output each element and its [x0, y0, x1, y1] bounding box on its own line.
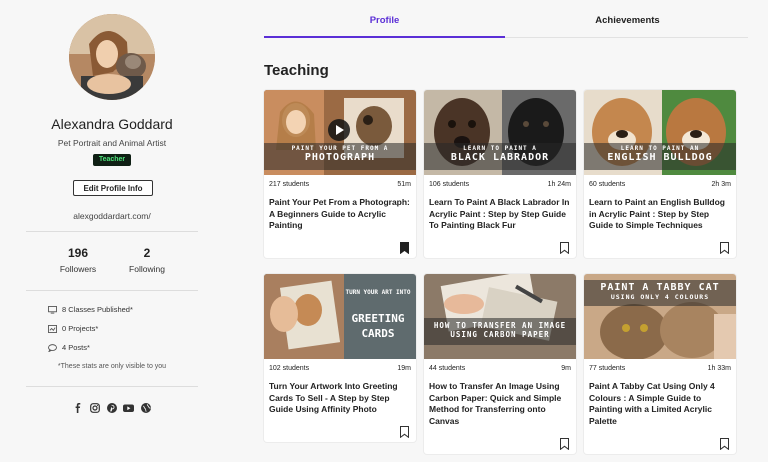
projects-text: 0 Projects* [62, 324, 99, 333]
bookmark-icon[interactable] [560, 242, 569, 254]
bookmark-icon[interactable] [400, 426, 409, 438]
class-duration: 19m [397, 365, 411, 372]
class-thumbnail[interactable]: PAINT A TABBY CAT USING ONLY 4 COLOURS [584, 274, 736, 359]
class-thumbnail[interactable]: LEARN TO PAINT A BLACK LABRADOR [424, 90, 576, 175]
tab-profile[interactable]: Profile [264, 0, 505, 38]
thumb-line1: HOW TO TRANSFER AN IMAGE [433, 321, 567, 330]
profile-sidebar: Alexandra Goddard Pet Portrait and Anima… [26, 0, 198, 462]
student-count: 102 students [269, 365, 310, 372]
class-meta: 44 students 9m [429, 365, 571, 372]
bookmark-icon[interactable] [720, 242, 729, 254]
divider [26, 231, 198, 232]
class-duration: 9m [561, 365, 571, 372]
thumb-line1: PAINT A TABBY CAT [600, 282, 720, 293]
avatar[interactable] [69, 14, 155, 100]
class-title[interactable]: Paint Your Pet From a Photograph: A Begi… [269, 197, 411, 232]
class-meta: 60 students 2h 3m [589, 181, 731, 188]
class-duration: 51m [397, 181, 411, 188]
classes-published-stat: 8 Classes Published* [48, 305, 133, 314]
play-icon[interactable] [328, 119, 350, 141]
student-count: 106 students [429, 181, 470, 188]
bookmark-icon[interactable] [560, 438, 569, 450]
class-duration: 1h 24m [547, 181, 571, 188]
class-card[interactable]: HOW TO TRANSFER AN IMAGE USING CARBON PA… [424, 274, 576, 454]
followers-stat[interactable]: 196 Followers [48, 246, 108, 274]
profile-subtitle: Pet Portrait and Animal Artist [57, 138, 167, 148]
projects-icon [48, 324, 57, 333]
profile-tabs: Profile Achievements [264, 0, 748, 38]
class-meta: 217 students 51m [269, 181, 411, 188]
student-count: 44 students [429, 365, 466, 372]
section-title: Teaching [264, 62, 329, 79]
projects-stat: 0 Projects* [48, 324, 98, 333]
followers-count: 196 [67, 246, 89, 260]
student-count: 217 students [269, 181, 310, 188]
thumb-line1: LEARN TO PAINT AN [620, 145, 700, 152]
class-thumbnail[interactable]: PAINT YOUR PET FROM A PHOTOGRAPH [264, 90, 416, 175]
social-links [72, 402, 151, 413]
class-card[interactable]: PAINT YOUR PET FROM A PHOTOGRAPH 217 stu… [264, 90, 416, 258]
website-link[interactable]: alexgoddardart.com/ [26, 211, 198, 221]
class-meta: 102 students 19m [269, 365, 411, 372]
following-stat[interactable]: 2 Following [117, 246, 177, 274]
class-card[interactable]: PAINT A TABBY CAT USING ONLY 4 COLOURS 7… [584, 274, 736, 454]
thumb-line2: USING CARBON PAPER [450, 330, 550, 339]
thumb-line1: LEARN TO PAINT A [463, 145, 537, 152]
thumb-line1: TURN YOUR ART INTO [345, 289, 411, 296]
posts-stat: 4 Posts* [48, 343, 90, 352]
thumb-band: LEARN TO PAINT AN ENGLISH BULLDOG [584, 143, 736, 170]
thumb-line2: USING ONLY 4 COLOURS [610, 293, 710, 301]
class-thumbnail[interactable]: TURN YOUR ART INTO GREETING CARDS [264, 274, 416, 359]
thumb-band: HOW TO TRANSFER AN IMAGE USING CARBON PA… [424, 318, 576, 345]
thumb-line2: ENGLISH BULLDOG [607, 152, 713, 163]
class-thumbnail[interactable]: LEARN TO PAINT AN ENGLISH BULLDOG [584, 90, 736, 175]
profile-page: Alexandra Goddard Pet Portrait and Anima… [0, 0, 768, 462]
thumb-text: TURN YOUR ART INTO GREETING CARDS [342, 288, 414, 341]
profile-name: Alexandra Goddard [51, 116, 173, 132]
class-meta: 77 students 1h 33m [589, 365, 731, 372]
class-meta: 106 students 1h 24m [429, 181, 571, 188]
class-thumbnail[interactable]: HOW TO TRANSFER AN IMAGE USING CARBON PA… [424, 274, 576, 359]
bookmark-filled-icon[interactable] [400, 242, 409, 254]
thumb-band: PAINT A TABBY CAT USING ONLY 4 COLOURS [584, 280, 736, 306]
divider [26, 386, 198, 387]
thumb-line2: PHOTOGRAPH [304, 152, 376, 163]
instagram-icon[interactable] [89, 402, 100, 413]
class-card[interactable]: LEARN TO PAINT AN ENGLISH BULLDOG 60 stu… [584, 90, 736, 258]
student-count: 60 students [589, 181, 626, 188]
thumb-line2: BLACK LABRADOR [450, 152, 550, 163]
class-duration: 2h 3m [711, 181, 731, 188]
thumb-band: PAINT YOUR PET FROM A PHOTOGRAPH [264, 143, 416, 170]
comment-icon [48, 343, 57, 352]
bookmark-icon[interactable] [720, 438, 729, 450]
tab-achievements[interactable]: Achievements [507, 0, 748, 38]
student-count: 77 students [589, 365, 626, 372]
pinterest-icon[interactable] [106, 402, 117, 413]
class-title[interactable]: Learn To Paint A Black Labrador In Acryl… [429, 197, 571, 232]
stats-note: *These stats are only visible to you [57, 363, 167, 370]
followers-label: Followers [59, 264, 97, 274]
class-title[interactable]: Learn to Paint an English Bulldog in Acr… [589, 197, 731, 232]
thumb-line1: PAINT YOUR PET FROM A [291, 145, 389, 152]
following-count: 2 [143, 246, 151, 260]
class-title[interactable]: How to Transfer An Image Using Carbon Pa… [429, 381, 571, 427]
facebook-icon[interactable] [72, 402, 83, 413]
following-label: Following [129, 264, 165, 274]
class-title[interactable]: Paint A Tabby Cat Using Only 4 Colours :… [589, 381, 731, 427]
class-title[interactable]: Turn Your Artwork Into Greeting Cards To… [269, 381, 411, 416]
class-card[interactable]: TURN YOUR ART INTO GREETING CARDS 102 st… [264, 274, 416, 442]
globe-icon[interactable] [140, 402, 151, 413]
edit-profile-button[interactable]: Edit Profile Info [73, 180, 153, 196]
class-duration: 1h 33m [707, 365, 731, 372]
thumb-band: LEARN TO PAINT A BLACK LABRADOR [424, 143, 576, 170]
thumb-line2: GREETING CARDS [351, 312, 405, 340]
classes-icon [48, 305, 57, 314]
teacher-badge: Teacher [93, 154, 131, 166]
divider [26, 290, 198, 291]
class-card[interactable]: LEARN TO PAINT A BLACK LABRADOR 106 stud… [424, 90, 576, 258]
posts-text: 4 Posts* [62, 343, 90, 352]
youtube-icon[interactable] [123, 402, 134, 413]
classes-published-text: 8 Classes Published* [62, 305, 133, 314]
